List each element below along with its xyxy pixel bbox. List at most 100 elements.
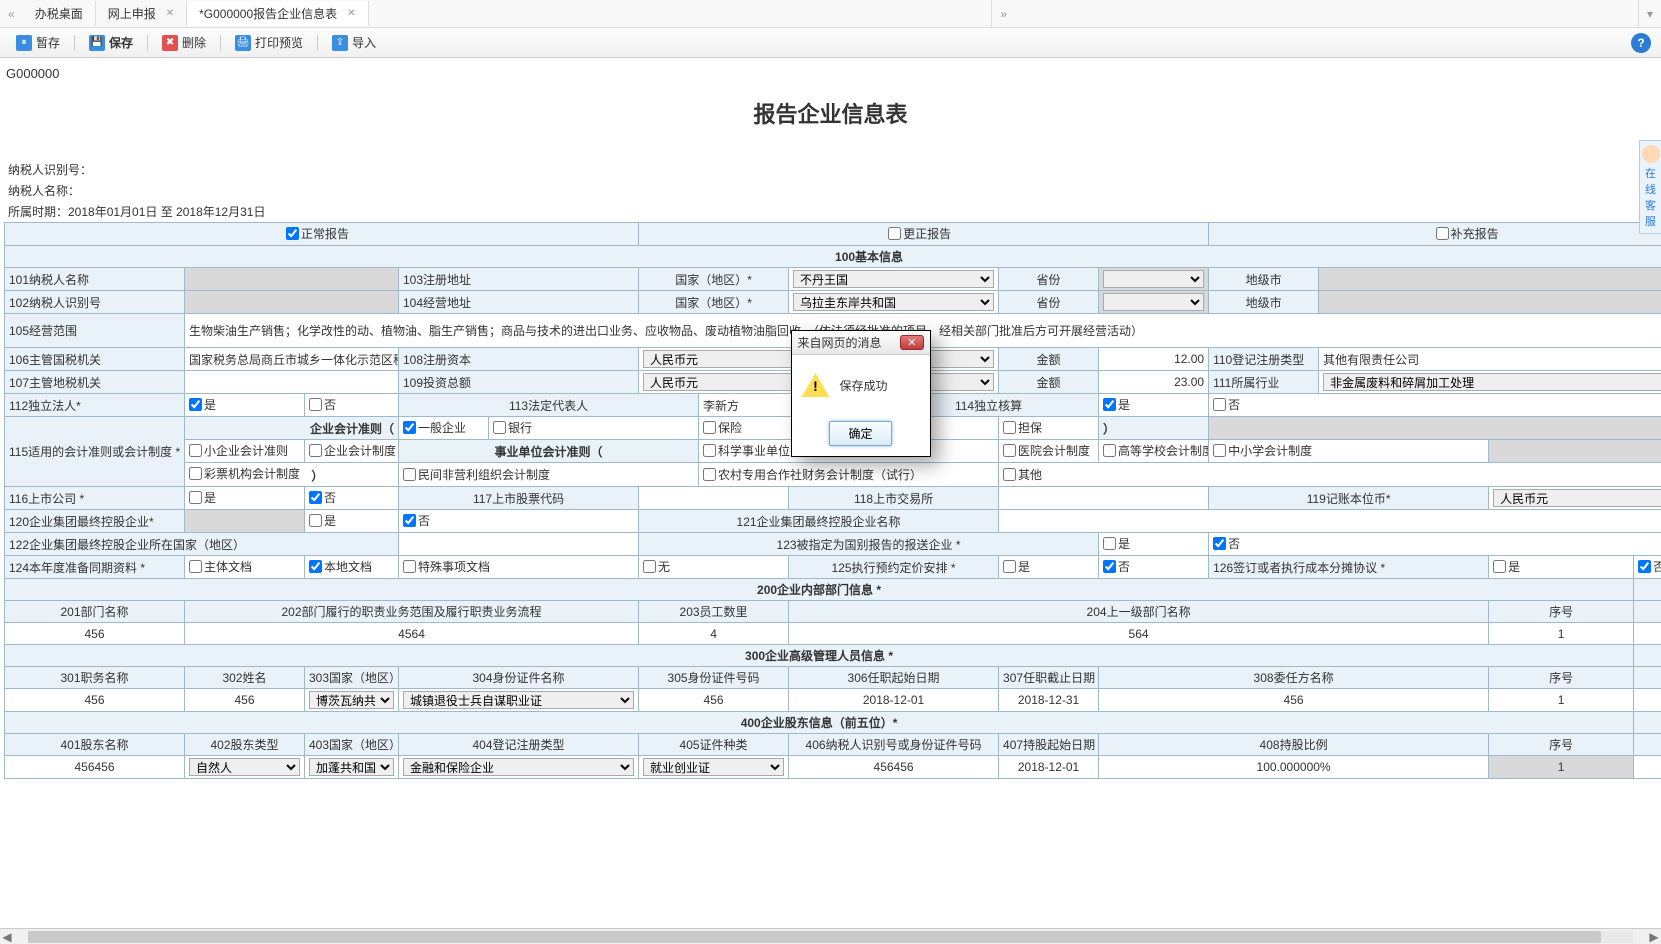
regtype-select[interactable]: 金融和保险企业 [403, 758, 634, 776]
online-service-tab[interactable]: 在线客服 [1639, 140, 1661, 234]
idtype-select[interactable]: 城镇退役士兵自谋职业证 [403, 691, 634, 709]
checkbox-correct[interactable] [888, 227, 901, 240]
checkbox[interactable] [189, 444, 202, 457]
ok-button[interactable]: 确定 [829, 421, 891, 446]
checkbox[interactable] [493, 421, 506, 434]
currency-select[interactable]: 人民币元 [1493, 489, 1661, 507]
cell[interactable]: 456456 [5, 756, 185, 779]
tab-desktop[interactable]: 办税桌面 [23, 1, 96, 26]
checkbox-normal[interactable] [286, 227, 299, 240]
checkbox[interactable] [189, 467, 202, 480]
checkbox[interactable] [1003, 444, 1016, 457]
checkbox[interactable] [1213, 444, 1226, 457]
row-delete-checkbox[interactable] [1634, 689, 1661, 712]
cell[interactable]: 456 [5, 689, 185, 712]
print-button[interactable]: 🖨打印预览 [229, 32, 309, 53]
cell[interactable]: 博茨瓦纳共和国 [305, 689, 399, 712]
tab-menu-icon[interactable]: ▾ [1638, 0, 1661, 27]
checkbox[interactable] [1103, 444, 1116, 457]
cell[interactable]: 城镇退役士兵自谋职业证 [399, 689, 639, 712]
cell[interactable]: 456456 [789, 756, 999, 779]
checkbox[interactable] [1003, 560, 1016, 573]
cell[interactable]: 加蓬共和国 [305, 756, 399, 779]
country-select[interactable]: 乌拉圭东岸共和国 [793, 293, 994, 311]
delete-header[interactable]: 删除 [1634, 734, 1661, 756]
cell[interactable]: 456 [5, 623, 185, 645]
checkbox[interactable] [403, 468, 416, 481]
cell[interactable]: 2018-12-01 [789, 689, 999, 712]
row-delete-checkbox[interactable] [1634, 756, 1661, 779]
cell[interactable]: 金融和保险企业 [399, 756, 639, 779]
checkbox[interactable] [403, 421, 416, 434]
checkbox[interactable] [643, 560, 656, 573]
help-icon[interactable]: ? [1631, 33, 1651, 53]
cell[interactable]: 456 [1099, 689, 1489, 712]
cell[interactable]: 2018-12-31 [999, 689, 1099, 712]
checkbox[interactable] [1003, 468, 1016, 481]
checkbox[interactable] [189, 398, 202, 411]
cell[interactable]: 4564 [185, 623, 639, 645]
checkbox[interactable] [703, 468, 716, 481]
checkbox[interactable] [309, 398, 322, 411]
add-button[interactable]: 增加 [1634, 579, 1661, 601]
checkbox[interactable] [703, 444, 716, 457]
checkbox[interactable] [309, 444, 322, 457]
tab-expand-icon[interactable]: » [991, 0, 1015, 27]
pause-button[interactable]: ⏸暂存 [10, 32, 66, 53]
checkbox[interactable] [703, 421, 716, 434]
cell[interactable]: 2018-12-01 [999, 756, 1099, 779]
shareholder-type-select[interactable]: 自然人 [189, 758, 300, 776]
checkbox[interactable] [403, 560, 416, 573]
checkbox[interactable] [309, 560, 322, 573]
cert-select[interactable]: 就业创业证 [643, 758, 784, 776]
scroll-track[interactable] [28, 931, 1633, 943]
province-select[interactable] [1103, 293, 1204, 311]
checkbox-supplement[interactable] [1436, 227, 1449, 240]
delete-button[interactable]: ✖删除 [156, 32, 212, 53]
country-select[interactable]: 加蓬共和国 [309, 758, 394, 776]
checkbox[interactable] [1103, 560, 1116, 573]
country-select[interactable]: 博茨瓦纳共和国 [309, 691, 394, 709]
tab-form[interactable]: *G000000报告企业信息表✕ [187, 1, 368, 26]
cell[interactable]: 自然人 [185, 756, 305, 779]
lbl-prov: 省份 [999, 291, 1099, 314]
cell[interactable]: 564 [789, 623, 1489, 645]
cell[interactable]: 就业创业证 [639, 756, 789, 779]
close-icon[interactable]: ✕ [347, 8, 355, 19]
checkbox[interactable] [1638, 560, 1651, 573]
checkbox[interactable] [1103, 537, 1116, 550]
province-select[interactable] [1103, 270, 1204, 288]
scroll-thumb[interactable] [28, 931, 1601, 943]
checkbox[interactable] [189, 560, 202, 573]
cell[interactable]: 456 [639, 689, 789, 712]
scroll-left-icon[interactable]: ◀ [0, 930, 14, 944]
checkbox[interactable] [1103, 398, 1116, 411]
scroll-right-icon[interactable]: ▶ [1647, 930, 1661, 944]
checkbox[interactable] [309, 514, 322, 527]
checkbox[interactable] [1213, 537, 1226, 550]
row-delete-checkbox[interactable] [1634, 623, 1661, 645]
save-button[interactable]: 💾保存 [83, 32, 139, 53]
country-select[interactable]: 不丹王国 [793, 270, 994, 288]
cell[interactable]: 456 [185, 689, 305, 712]
add-button[interactable]: 增加 [1634, 712, 1661, 734]
tab-scroll-left-icon[interactable]: « [0, 7, 23, 21]
delete-header[interactable]: 删除 [1634, 601, 1661, 623]
checkbox[interactable] [403, 514, 416, 527]
cell[interactable]: 100.000000% [1099, 756, 1489, 779]
close-icon[interactable]: ✕ [166, 8, 174, 19]
tab-declare[interactable]: 网上申报✕ [96, 1, 187, 26]
delete-header[interactable]: 删除 [1634, 667, 1661, 689]
checkbox[interactable] [189, 491, 202, 504]
import-button[interactable]: ⇪导入 [326, 32, 382, 53]
checkbox[interactable] [309, 491, 322, 504]
checkbox[interactable] [1003, 421, 1016, 434]
checkbox[interactable] [1493, 560, 1506, 573]
checkbox[interactable] [1213, 398, 1226, 411]
lbl-120: 120企业集团最终控股企业* [5, 510, 185, 533]
cell[interactable]: 4 [639, 623, 789, 645]
add-button[interactable]: 增加 [1634, 645, 1661, 667]
horizontal-scrollbar[interactable]: ◀ ▶ [0, 928, 1661, 944]
industry-select[interactable]: 非金属废料和碎屑加工处理 [1323, 373, 1661, 391]
close-icon[interactable]: ✕ [900, 335, 923, 350]
